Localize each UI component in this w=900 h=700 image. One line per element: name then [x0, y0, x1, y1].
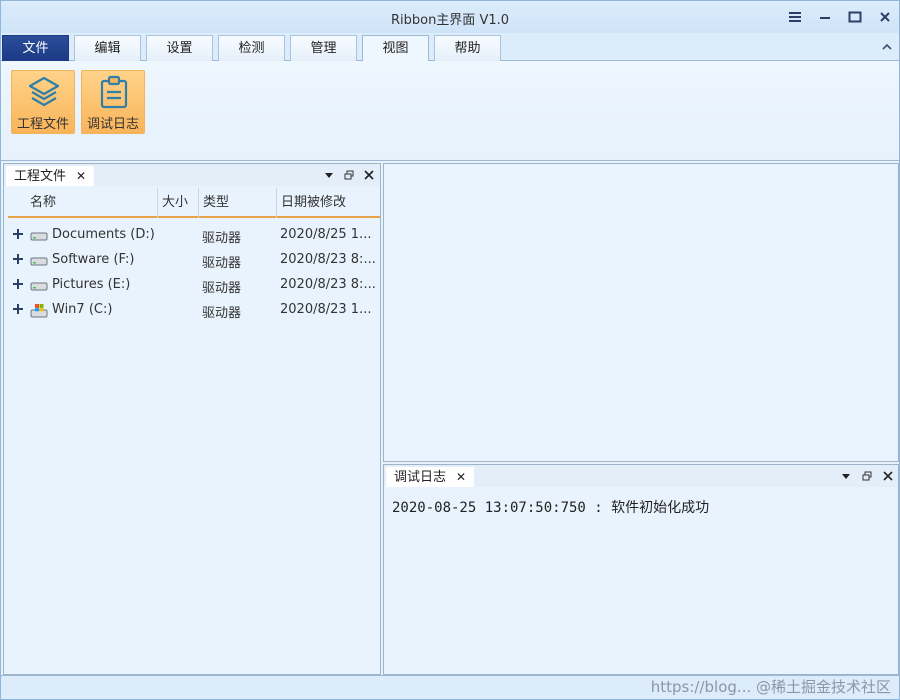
maximize-button[interactable] [841, 5, 869, 29]
triangle-down-icon [842, 474, 850, 479]
project-files-label: 工程文件 [16, 117, 69, 132]
ribbon-panel: 工程文件 调试日志 [1, 61, 899, 161]
file-row-modified: 2020/8/23 8:... [280, 252, 376, 267]
file-row[interactable]: Software (F:) 驱动器 2020/8/23 8:... [8, 248, 380, 273]
tab-help[interactable]: 帮助 [434, 35, 501, 61]
chevron-up-icon [882, 43, 892, 50]
file-row-name: Software (F:) [52, 252, 135, 267]
column-size[interactable]: 大小 [158, 188, 199, 218]
layers-icon [28, 76, 60, 107]
tab-view[interactable]: 视图 [362, 35, 429, 62]
status-bar: https://blog... @稀土掘金技术社区 [1, 675, 899, 699]
title-bar[interactable]: Ribbon主界面 V1.0 [1, 1, 899, 33]
file-row[interactable]: Documents (D:) 驱动器 2020/8/25 1... [8, 223, 380, 248]
expand-plus-icon[interactable] [12, 228, 24, 240]
file-row-name: Pictures (E:) [52, 277, 131, 292]
file-row-name: Win7 (C:) [52, 302, 113, 317]
close-tab-icon[interactable]: ✕ [76, 167, 86, 186]
file-row[interactable]: Win7 (C:) 驱动器 2020/8/23 1... [8, 298, 380, 323]
expand-plus-icon[interactable] [12, 303, 24, 315]
close-button[interactable] [871, 5, 899, 29]
file-row-modified: 2020/8/25 1... [280, 227, 372, 242]
collapse-ribbon-button[interactable] [881, 41, 893, 53]
panel-close-button[interactable] [362, 168, 376, 182]
drive-icon [30, 282, 48, 291]
log-panel-title: 调试日志 [394, 469, 447, 485]
document-area [383, 163, 899, 462]
file-row-name: Documents (D:) [52, 227, 155, 242]
project-files-button[interactable]: 工程文件 [11, 70, 75, 134]
hamburger-icon [789, 12, 801, 22]
project-panel-tab[interactable]: 工程文件 ✕ [6, 166, 95, 186]
watermark-text: https://blog... @稀土掘金技术社区 [650, 678, 891, 696]
panel-close-button[interactable] [881, 469, 895, 483]
file-row-type: 驱动器 [202, 256, 242, 271]
close-tab-icon[interactable]: ✕ [456, 468, 466, 487]
tab-settings[interactable]: 设置 [146, 35, 213, 61]
close-icon [883, 471, 893, 481]
close-icon [364, 170, 374, 180]
log-panel-tab[interactable]: 调试日志 ✕ [386, 467, 475, 487]
project-panel-title: 工程文件 [14, 168, 67, 184]
column-name[interactable]: 名称 [8, 188, 158, 218]
project-files-panel: 工程文件 ✕ 名称 大小 类型 日期被修改 Documents (D:) 驱动器… [3, 163, 381, 675]
window-title: Ribbon主界面 V1.0 [390, 13, 510, 28]
file-row-modified: 2020/8/23 1... [280, 302, 372, 317]
menu-button[interactable] [781, 5, 809, 29]
close-icon [880, 12, 890, 22]
file-row-type: 驱动器 [202, 281, 242, 296]
minimize-button[interactable] [811, 5, 839, 29]
debug-log-button[interactable]: 调试日志 [81, 70, 145, 134]
minimize-icon [820, 17, 830, 19]
debug-log-panel: 调试日志 ✕ 2020-08-25 13:07:50:750 : 软件初始化成功 [383, 464, 899, 675]
debug-log-label: 调试日志 [86, 117, 139, 132]
drive-icon [30, 257, 48, 266]
panel-dropdown-button[interactable] [322, 168, 336, 182]
expand-plus-icon[interactable] [12, 278, 24, 290]
maximize-icon [848, 11, 862, 23]
triangle-down-icon [325, 173, 333, 178]
ribbon-tab-bar: 文件 编辑 设置 检测 管理 视图 帮助 [1, 33, 899, 62]
log-line: 2020-08-25 13:07:50:750 : 软件初始化成功 [392, 500, 710, 516]
expand-plus-icon[interactable] [12, 253, 24, 265]
file-row-type: 驱动器 [202, 306, 242, 321]
column-modified[interactable]: 日期被修改 [277, 188, 380, 218]
log-panel-header: 调试日志 ✕ [384, 465, 898, 487]
clipboard-icon [100, 75, 128, 109]
panel-float-button[interactable] [860, 469, 874, 483]
restore-icon [862, 471, 872, 481]
project-panel-header: 工程文件 ✕ [4, 164, 380, 186]
file-list-header: 名称 大小 类型 日期被修改 [8, 188, 380, 218]
panel-dropdown-button[interactable] [839, 469, 853, 483]
panel-float-button[interactable] [342, 168, 356, 182]
tab-manage[interactable]: 管理 [290, 35, 357, 61]
tab-detect[interactable]: 检测 [218, 35, 285, 61]
restore-icon [344, 170, 354, 180]
tab-edit[interactable]: 编辑 [74, 35, 141, 61]
drive-icon [30, 232, 48, 241]
file-row[interactable]: Pictures (E:) 驱动器 2020/8/23 8:... [8, 273, 380, 298]
tab-file[interactable]: 文件 [2, 35, 69, 61]
column-type[interactable]: 类型 [199, 188, 277, 218]
file-row-modified: 2020/8/23 8:... [280, 277, 376, 292]
file-row-type: 驱动器 [202, 231, 242, 246]
system-drive-icon [30, 304, 48, 318]
main-window: Ribbon主界面 V1.0 文件 编辑 设置 检测 管理 视图 帮助 工程文件… [0, 0, 900, 700]
